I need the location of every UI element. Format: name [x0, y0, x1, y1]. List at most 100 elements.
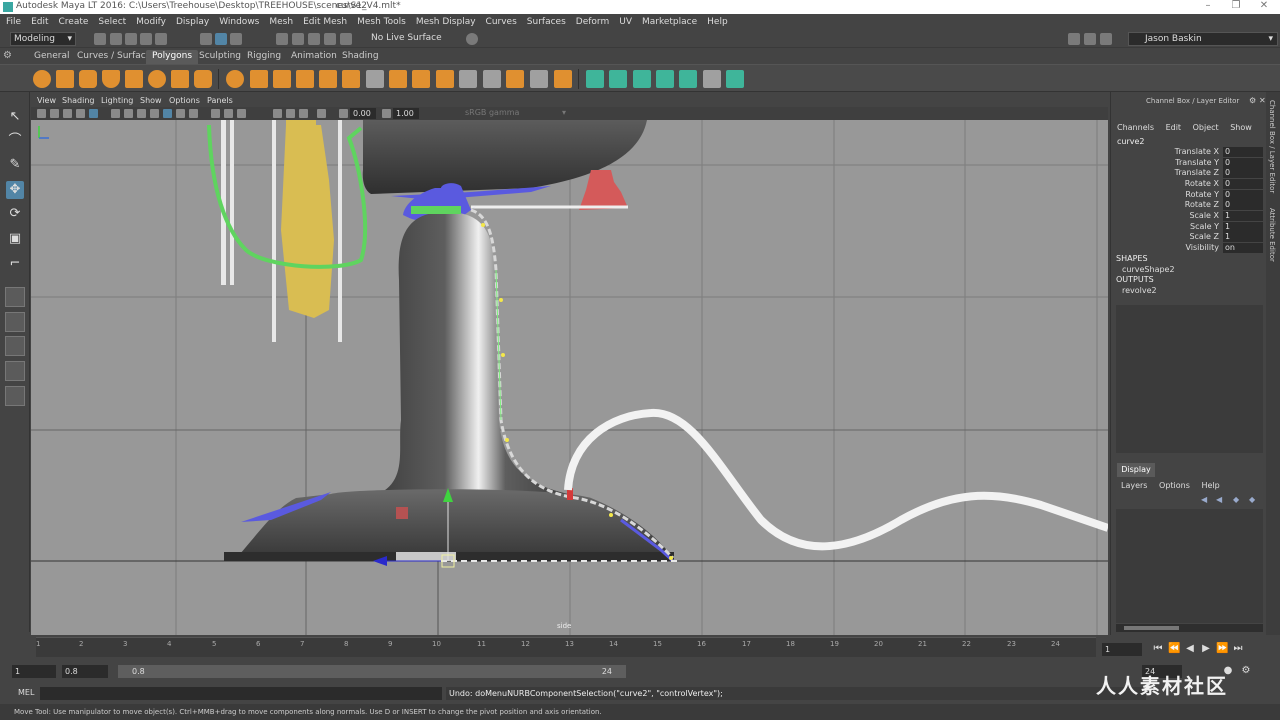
play-forwards-icon[interactable]: ▶ — [1200, 643, 1212, 655]
gear-icon[interactable]: ⚙ — [3, 50, 12, 61]
menu-mesh-tools[interactable]: Mesh Tools — [357, 17, 406, 27]
animation-start-field[interactable]: 1 — [12, 665, 56, 678]
cb-menu-object[interactable]: Object — [1193, 123, 1219, 132]
textured-icon[interactable] — [176, 109, 185, 118]
shelf-tab-sculpting[interactable]: Sculpting — [193, 50, 247, 64]
wireframe-icon[interactable] — [137, 109, 146, 118]
wireframe-on-shaded-icon[interactable] — [163, 109, 172, 118]
selected-object-name[interactable]: curve2 — [1117, 137, 1145, 146]
persp-graph-layout-icon[interactable] — [5, 336, 25, 356]
go-to-end-icon[interactable]: ⏭ — [1232, 643, 1244, 655]
reduce-icon[interactable] — [342, 70, 360, 88]
new-layer-selected-icon[interactable]: ◀ — [1216, 495, 1222, 504]
xray-joints-icon[interactable] — [286, 109, 295, 118]
poly-cylinder-icon[interactable] — [79, 70, 97, 88]
channel-value[interactable]: 0 — [1223, 147, 1263, 157]
sidebar-toggle-icon[interactable] — [1068, 33, 1080, 45]
bevel-icon[interactable] — [436, 70, 454, 88]
poly-prism-icon[interactable] — [171, 70, 189, 88]
channel-value[interactable]: on — [1223, 243, 1263, 253]
snap-view-icon[interactable] — [324, 33, 336, 45]
mirror-icon[interactable] — [273, 70, 291, 88]
close-panel-icon[interactable]: ✕ — [1259, 96, 1266, 105]
menu-uv[interactable]: UV — [619, 17, 632, 27]
menu-curves[interactable]: Curves — [486, 17, 517, 27]
select-tool-icon[interactable]: ↖ — [6, 108, 24, 126]
poly-cone-icon[interactable] — [102, 70, 120, 88]
channel-name[interactable]: Scale Y — [1190, 222, 1219, 231]
menu-file[interactable]: File — [6, 17, 21, 27]
output-node[interactable]: revolve2 — [1122, 286, 1157, 295]
channel-name[interactable]: Scale Z — [1189, 232, 1219, 241]
menu-marketplace[interactable]: Marketplace — [642, 17, 697, 27]
time-slider[interactable]: 1 2 3 4 5 6 7 8 9 10 11 12 13 14 15 16 1… — [0, 635, 1280, 660]
new-layer-icon[interactable]: ◀ — [1201, 495, 1207, 504]
tab-channel-box[interactable]: Channel Box / Layer Editor — [1268, 100, 1276, 193]
select-component-icon[interactable] — [230, 33, 242, 45]
tool-settings-icon[interactable] — [1100, 33, 1112, 45]
scale-tool-icon[interactable]: ▣ — [6, 230, 24, 248]
shelf-tab-animation[interactable]: Animation — [285, 50, 343, 64]
lights-icon[interactable] — [189, 109, 198, 118]
close-button[interactable]: ✕ — [1250, 0, 1278, 14]
uv-editor-icon[interactable] — [679, 70, 697, 88]
channel-name[interactable]: Translate X — [1175, 147, 1219, 156]
shelf-tab-polygons[interactable]: Polygons — [146, 50, 199, 64]
save-scene-icon[interactable] — [125, 33, 137, 45]
go-to-start-icon[interactable]: ⏮ — [1152, 643, 1164, 655]
maximize-button[interactable]: ❐ — [1222, 0, 1250, 14]
xray-active-icon[interactable] — [299, 109, 308, 118]
menu-deform[interactable]: Deform — [576, 17, 609, 27]
extrude-icon[interactable] — [389, 70, 407, 88]
time-slider-track[interactable]: 1 2 3 4 5 6 7 8 9 10 11 12 13 14 15 16 1… — [36, 637, 1096, 657]
layer-scrollbar[interactable] — [1116, 624, 1263, 632]
last-tool-icon[interactable]: ⌐ — [6, 255, 24, 273]
offset-edge-loop-icon[interactable] — [554, 70, 572, 88]
layer-list[interactable] — [1116, 509, 1263, 623]
attribute-editor-icon[interactable] — [1084, 33, 1096, 45]
channel-name[interactable]: Rotate Z — [1185, 200, 1219, 209]
tab-attribute-editor[interactable]: Attribute Editor — [1268, 208, 1276, 262]
merge-icon[interactable] — [506, 70, 524, 88]
smooth-icon[interactable] — [296, 70, 314, 88]
snap-surface-icon[interactable] — [340, 33, 352, 45]
channel-value[interactable]: 0 — [1223, 179, 1263, 189]
panel-menu-options[interactable]: Options — [169, 96, 200, 105]
planar-uv-icon[interactable] — [586, 70, 604, 88]
settings-icon[interactable]: ⚙ — [1240, 665, 1252, 677]
viewport-canvas[interactable] — [31, 120, 1108, 635]
menu-display[interactable]: Display — [176, 17, 209, 27]
combine-icon[interactable] — [226, 70, 244, 88]
shape-node[interactable]: curveShape2 — [1122, 265, 1175, 274]
poly-sphere-icon[interactable] — [33, 70, 51, 88]
poly-cube-icon[interactable] — [56, 70, 74, 88]
float-panel-icon[interactable]: ⚙ — [1249, 96, 1256, 105]
gamma-icon[interactable] — [382, 109, 391, 118]
user-account-dropdown[interactable]: Jason Baskin ▾ — [1128, 32, 1278, 46]
append-icon[interactable] — [412, 70, 430, 88]
channel-row[interactable]: Rotate X 0 — [1111, 179, 1267, 189]
boolean-icon[interactable] — [319, 70, 337, 88]
smooth-shade-icon[interactable] — [150, 109, 159, 118]
poly-torus-icon[interactable] — [148, 70, 166, 88]
play-backwards-icon[interactable]: ◀ — [1184, 643, 1196, 655]
snap-grid-icon[interactable] — [276, 33, 288, 45]
step-forward-key-icon[interactable]: ⏩ — [1216, 643, 1228, 655]
channel-value[interactable]: 1 — [1223, 222, 1263, 232]
scrollbar-thumb[interactable] — [1124, 626, 1179, 630]
menu-mesh[interactable]: Mesh — [269, 17, 293, 27]
backface-culling-icon[interactable] — [317, 109, 326, 118]
menu-edit-mesh[interactable]: Edit Mesh — [303, 17, 347, 27]
poly-plane-icon[interactable] — [125, 70, 143, 88]
collapse-icon[interactable] — [530, 70, 548, 88]
panel-menu-show[interactable]: Show — [140, 96, 162, 105]
menu-modify[interactable]: Modify — [136, 17, 166, 27]
playback-start-field[interactable]: 0.8 — [62, 665, 108, 678]
channel-value[interactable]: 1 — [1223, 232, 1263, 242]
menu-create[interactable]: Create — [59, 17, 89, 27]
poly-pipe-icon[interactable] — [194, 70, 212, 88]
channel-row[interactable]: Rotate Y 0 — [1111, 190, 1267, 200]
channel-name[interactable]: Visibility — [1185, 243, 1219, 252]
grid-icon[interactable] — [89, 109, 98, 118]
panel-menu-view[interactable]: View — [37, 96, 56, 105]
